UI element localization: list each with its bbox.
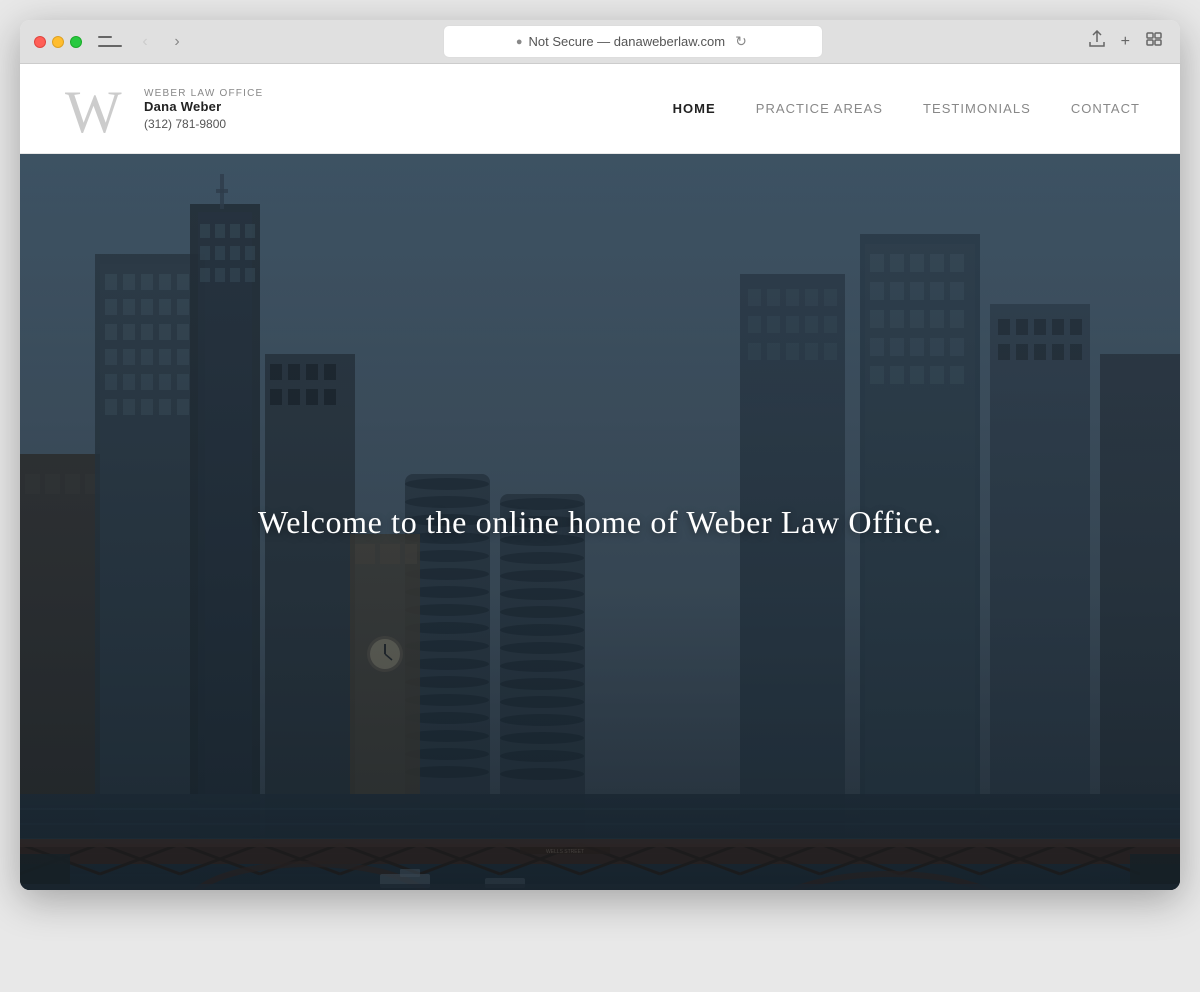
new-tab-button[interactable]: + — [1117, 31, 1134, 53]
browser-window: ‹ › ● Not Secure — danaweberlaw.com ↻ + — [20, 20, 1180, 890]
back-button[interactable]: ‹ — [132, 29, 158, 55]
address-bar-container: ● Not Secure — danaweberlaw.com ↻ — [198, 25, 1069, 58]
hero-title: Welcome to the online home of Weber Law … — [258, 504, 942, 541]
reload-button[interactable]: ↻ — [731, 31, 751, 52]
tab-overview-button[interactable] — [1142, 30, 1166, 53]
minimize-button[interactable] — [52, 36, 64, 48]
browser-titlebar: ‹ › ● Not Secure — danaweberlaw.com ↻ + — [20, 20, 1180, 64]
nav-item-testimonials[interactable]: TESTIMONIALS — [923, 101, 1031, 116]
traffic-lights — [34, 36, 82, 48]
close-button[interactable] — [34, 36, 46, 48]
logo-name: Dana Weber — [144, 99, 263, 114]
address-bar[interactable]: ● Not Secure — danaweberlaw.com ↻ — [443, 25, 823, 58]
nav-item-contact[interactable]: CONTACT — [1071, 101, 1140, 116]
logo-phone: (312) 781-9800 — [144, 117, 263, 131]
main-nav: HOME PRACTICE AREAS TESTIMONIALS CONTACT — [673, 101, 1140, 116]
hero-section: WELLS STREET — [20, 154, 1180, 890]
nav-item-practice-areas[interactable]: PRACTICE AREAS — [756, 101, 883, 116]
sidebar-toggle[interactable] — [98, 33, 122, 51]
maximize-button[interactable] — [70, 36, 82, 48]
share-button[interactable] — [1085, 28, 1109, 55]
site-header: W WEBER LAW OFFICE Dana Weber (312) 781-… — [20, 64, 1180, 154]
nav-item-home[interactable]: HOME — [673, 101, 716, 116]
browser-controls: ‹ › — [98, 29, 190, 55]
website-content: W WEBER LAW OFFICE Dana Weber (312) 781-… — [20, 64, 1180, 890]
forward-button[interactable]: › — [164, 29, 190, 55]
browser-actions: + — [1085, 28, 1166, 55]
security-icon: ● — [516, 36, 523, 48]
hero-content: Welcome to the online home of Weber Law … — [258, 504, 942, 541]
url-text: Not Secure — danaweberlaw.com — [529, 34, 726, 49]
svg-text:W: W — [65, 79, 122, 144]
logo-tagline: WEBER LAW OFFICE — [144, 88, 263, 99]
logo-area: W WEBER LAW OFFICE Dana Weber (312) 781-… — [60, 74, 263, 144]
logo-text: WEBER LAW OFFICE Dana Weber (312) 781-98… — [144, 87, 263, 131]
logo-mark: W — [60, 74, 130, 144]
